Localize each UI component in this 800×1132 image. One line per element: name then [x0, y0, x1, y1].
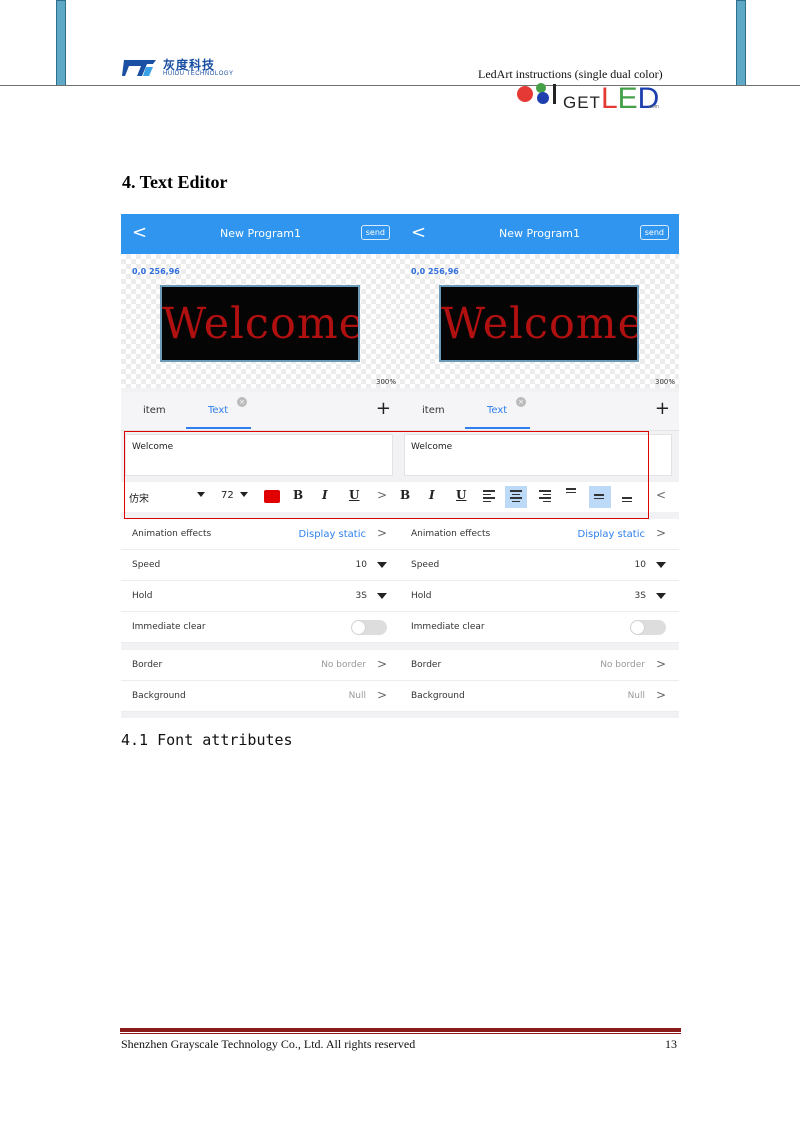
send-button[interactable]: send — [360, 225, 390, 240]
footer-rule-thin — [120, 1033, 681, 1034]
footer-copyright: Shenzhen Grayscale Technology Co., Ltd. … — [121, 1037, 416, 1051]
animation-effects-row[interactable]: Animation effects Display static > — [400, 519, 679, 550]
tab-bar: item Text × + — [121, 392, 400, 431]
header-right-bar — [736, 0, 746, 86]
zoom-level: 300% — [654, 378, 675, 386]
animation-effects-row[interactable]: Animation effects Display static > — [121, 519, 400, 550]
program-title: New Program1 — [220, 227, 301, 240]
chevron-right-icon: > — [376, 657, 387, 671]
row-value: Null — [627, 691, 645, 701]
row-label: Immediate clear — [411, 622, 485, 632]
row-value: No border — [321, 660, 366, 670]
immediate-clear-toggle[interactable] — [630, 620, 666, 635]
immediate-clear-row: Immediate clear — [121, 612, 400, 643]
row-label: Speed — [411, 560, 440, 570]
preview-canvas[interactable]: 0,0 256,96 Welcome 300% — [400, 254, 679, 388]
footer-rule-thick — [120, 1028, 681, 1032]
immediate-clear-toggle[interactable] — [351, 620, 387, 635]
add-icon[interactable]: + — [376, 398, 391, 419]
border-row[interactable]: Border No border > — [400, 650, 679, 681]
row-value: 3S — [634, 591, 646, 601]
dropdown-caret-icon[interactable] — [656, 593, 666, 599]
tab-item[interactable]: item — [422, 405, 445, 416]
row-label: Background — [411, 691, 465, 701]
led-preview-text: Welcome — [441, 299, 639, 349]
background-row[interactable]: Background Null > — [400, 681, 679, 712]
row-value: Display static — [298, 529, 367, 540]
send-button[interactable]: send — [639, 225, 669, 240]
zoom-level: 300% — [375, 378, 396, 386]
row-label: Border — [132, 660, 163, 670]
immediate-clear-row: Immediate clear — [400, 612, 679, 643]
chevron-left-icon[interactable]: < — [656, 488, 666, 502]
row-label: Background — [132, 691, 186, 701]
highlight-annotation-box — [124, 431, 649, 519]
speed-row[interactable]: Speed 10 — [121, 550, 400, 581]
title-bar: < New Program1 send — [400, 214, 679, 254]
logo-english-name: HUIDU TECHNOLOGY — [163, 71, 234, 77]
area-coordinates: 0,0 256,96 — [411, 267, 459, 276]
active-tab-indicator — [465, 427, 530, 429]
hold-row[interactable]: Hold 3S — [400, 581, 679, 612]
add-icon[interactable]: + — [655, 398, 670, 419]
row-label: Speed — [132, 560, 161, 570]
close-tab-icon[interactable]: × — [516, 397, 526, 407]
preview-canvas[interactable]: 0,0 256,96 Welcome 300% — [121, 254, 400, 388]
row-label: Border — [411, 660, 442, 670]
getled-watermark-text: GETLED — [563, 82, 660, 115]
row-value: 3S — [355, 591, 367, 601]
chevron-right-icon: > — [376, 688, 387, 702]
row-label: Immediate clear — [132, 622, 206, 632]
row-value: 10 — [355, 560, 367, 570]
chevron-right-icon: > — [655, 657, 666, 671]
close-tab-icon[interactable]: × — [237, 397, 247, 407]
row-value: Null — [348, 691, 366, 701]
speed-row[interactable]: Speed 10 — [400, 550, 679, 581]
dropdown-caret-icon[interactable] — [377, 593, 387, 599]
header-left-bar — [56, 0, 66, 86]
section-heading: 4. Text Editor — [122, 172, 228, 192]
led-preview-area[interactable]: Welcome — [160, 285, 360, 362]
dropdown-caret-icon[interactable] — [656, 562, 666, 568]
tab-bar: item Text × + — [400, 392, 679, 431]
dropdown-caret-icon[interactable] — [377, 562, 387, 568]
program-title: New Program1 — [499, 227, 580, 240]
huidu-logo-icon — [122, 60, 156, 76]
row-label: Animation effects — [411, 529, 491, 539]
row-value: Display static — [577, 529, 646, 540]
hold-row[interactable]: Hold 3S — [121, 581, 400, 612]
page-number: 13 — [665, 1037, 677, 1051]
row-label: Hold — [132, 591, 153, 601]
led-preview-area[interactable]: Welcome — [439, 285, 639, 362]
row-value: 10 — [634, 560, 646, 570]
background-row[interactable]: Background Null > — [121, 681, 400, 712]
tab-text[interactable]: Text — [208, 405, 228, 416]
header-rule — [0, 85, 800, 86]
active-tab-indicator — [186, 427, 251, 429]
title-bar: < New Program1 send — [121, 214, 400, 254]
border-row[interactable]: Border No border > — [121, 650, 400, 681]
chevron-right-icon: > — [376, 526, 387, 540]
subsection-heading: 4.1 Font attributes — [121, 731, 293, 749]
getled-watermark-domain: .com — [648, 104, 659, 110]
tab-item[interactable]: item — [143, 405, 166, 416]
row-label: Hold — [411, 591, 432, 601]
area-coordinates: 0,0 256,96 — [132, 267, 180, 276]
tab-text[interactable]: Text — [487, 405, 507, 416]
chevron-right-icon: > — [655, 688, 666, 702]
led-preview-text: Welcome — [162, 299, 360, 349]
chevron-right-icon: > — [655, 526, 666, 540]
row-label: Animation effects — [132, 529, 212, 539]
row-value: No border — [600, 660, 645, 670]
